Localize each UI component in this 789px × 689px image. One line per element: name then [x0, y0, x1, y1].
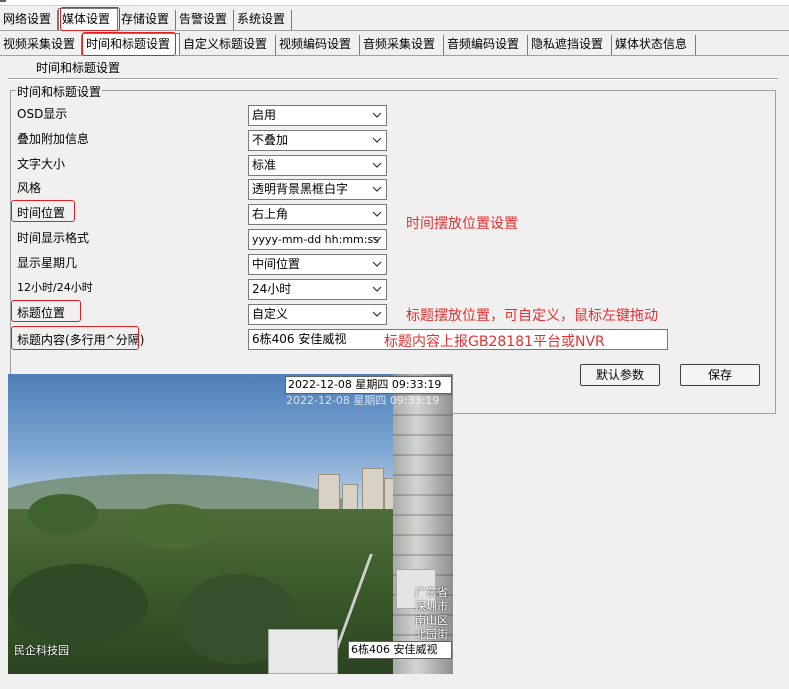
default-params-button[interactable]: 默认参数: [580, 364, 660, 386]
chevron-down-icon: [372, 137, 382, 143]
highlight-title-content: [11, 326, 139, 350]
select-weekday-display[interactable]: 中间位置: [248, 254, 387, 275]
select-font-size[interactable]: 标准: [248, 155, 387, 176]
chevron-down-icon: [372, 311, 382, 317]
label-osd-display: OSD显示: [17, 107, 68, 121]
settings-group-box: [10, 90, 776, 414]
window-top-strip: [0, 0, 789, 6]
video-preview[interactable]: 2022-12-08 星期四 09:33:19 2022-12-08 星期四 0…: [8, 374, 453, 674]
chevron-down-icon: [372, 261, 382, 267]
label-overlay-info: 叠加附加信息: [17, 132, 90, 146]
select-hour-format[interactable]: 24小时: [248, 279, 387, 300]
osd-time-overlay[interactable]: 2022-12-08 星期四 09:33:19: [285, 376, 452, 394]
tab-video-encoding[interactable]: 视频编码设置: [276, 35, 360, 55]
select-value: 中间位置: [252, 257, 301, 271]
select-time-position[interactable]: 右上角: [248, 204, 387, 225]
preview-ac-unit: [268, 629, 338, 674]
label-hour-format: 12小时/24小时: [17, 281, 93, 294]
osd-address-line: 深圳市: [415, 600, 448, 613]
chevron-down-icon: [372, 186, 382, 192]
select-title-position[interactable]: 自定义: [248, 304, 387, 325]
label-style: 风格: [17, 181, 42, 195]
annotation-title-position: 标题摆放位置，可自定义，鼠标左键拖动: [406, 308, 658, 324]
select-value: 自定义: [252, 307, 289, 321]
annotation-time-position: 时间摆放位置设置: [406, 216, 518, 232]
tab-video-capture[interactable]: 视频采集设置: [0, 35, 82, 55]
chevron-down-icon: [372, 286, 382, 292]
select-value: 启用: [252, 108, 277, 122]
tree: [8, 564, 148, 644]
label-font-size: 文字大小: [17, 157, 66, 171]
tab-privacy-mask[interactable]: 隐私遮挡设置: [528, 35, 612, 55]
highlight-media-tab: [60, 7, 120, 31]
chevron-down-icon: [372, 211, 382, 217]
tab-audio-encoding[interactable]: 音频编码设置: [444, 35, 528, 55]
select-value: 不叠加: [252, 133, 289, 147]
select-value: 标准: [252, 158, 277, 172]
osd-time-ghost: 2022-12-08 星期四 09:33:19: [286, 394, 440, 407]
tab-system-settings[interactable]: 系统设置: [234, 10, 292, 30]
settings-panel: 时间和标题设置 时间和标题设置 OSD显示 启用 叠加附加信息 不叠加 文字大小…: [8, 56, 778, 681]
select-value: 透明背景黑框白字: [252, 182, 349, 196]
save-button[interactable]: 保存: [680, 364, 760, 386]
highlight-title-position: [11, 300, 81, 322]
osd-address-line: 南山区: [415, 614, 448, 627]
select-value: 右上角: [252, 207, 289, 221]
tab-custom-title[interactable]: 自定义标题设置: [180, 35, 276, 55]
title-content-value: 6栋406 安佳威视: [252, 332, 347, 346]
label-time-format: 时间显示格式: [17, 231, 90, 245]
osd-corner-text: 民企科技园: [14, 644, 69, 657]
select-osd-display[interactable]: 启用: [248, 105, 387, 126]
section-title: 时间和标题设置: [36, 61, 121, 75]
chevron-down-icon: [372, 162, 382, 168]
select-time-format[interactable]: yyyy-mm-dd hh:mm:ss: [248, 229, 387, 250]
tab-storage-settings[interactable]: 存储设置: [118, 10, 176, 30]
group-title: 时间和标题设置: [16, 83, 103, 100]
select-overlay-info[interactable]: 不叠加: [248, 130, 387, 151]
section-separator: [8, 78, 778, 80]
tab-alarm-settings[interactable]: 告警设置: [176, 10, 234, 30]
highlight-time-position: [11, 200, 75, 222]
tab-audio-capture[interactable]: 音频采集设置: [360, 35, 444, 55]
select-style[interactable]: 透明背景黑框白字: [248, 179, 387, 200]
chevron-down-icon: [372, 112, 382, 118]
select-value: yyyy-mm-dd hh:mm:ss: [252, 233, 379, 246]
window-corner-mark: [0, 0, 6, 2]
highlight-time-title-tab: [82, 32, 176, 56]
label-weekday-display: 显示星期几: [17, 256, 78, 270]
osd-address-line: 广东省: [415, 586, 448, 599]
tree: [28, 494, 98, 534]
tab-media-status[interactable]: 媒体状态信息: [612, 35, 696, 55]
chevron-down-icon: [372, 236, 382, 242]
tab-network-settings[interactable]: 网络设置: [0, 10, 58, 30]
osd-title-overlay[interactable]: 6栋406 安佳威视: [348, 641, 452, 659]
tree: [128, 504, 218, 549]
annotation-title-content: 标题内容上报GB28181平台或NVR: [384, 334, 605, 350]
select-value: 24小时: [252, 282, 292, 296]
main-tab-bar: 网络设置 媒体设置 存储设置 告警设置 系统设置: [0, 8, 292, 30]
